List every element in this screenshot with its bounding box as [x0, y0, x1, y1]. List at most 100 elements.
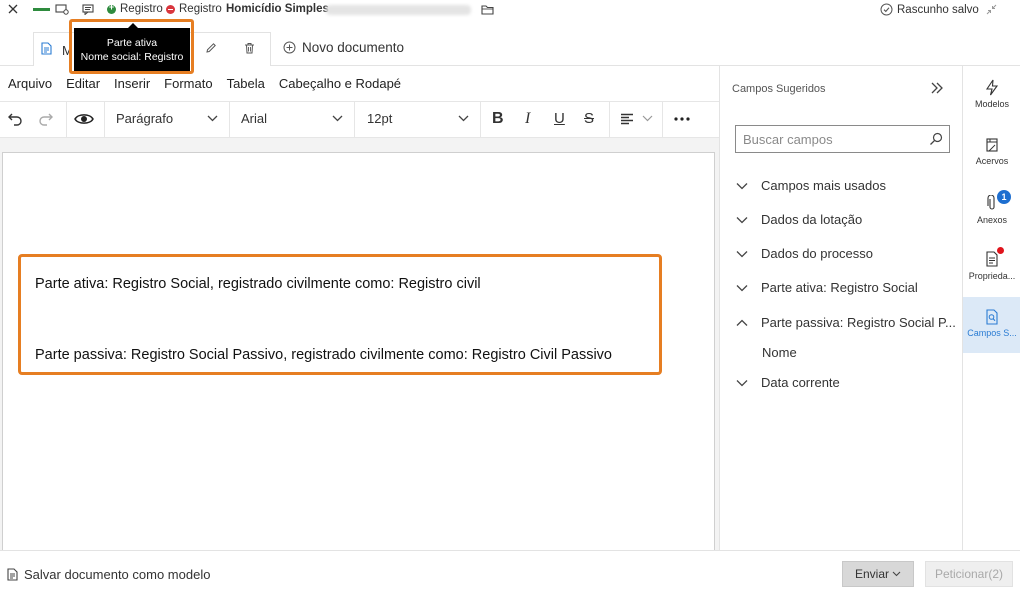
- field-group-label: Parte passiva: Registro Social P...: [761, 315, 956, 330]
- search-input[interactable]: [736, 126, 916, 152]
- rail-item-modelos[interactable]: Modelos: [963, 79, 1020, 129]
- rail-item-label: Proprieda...: [968, 271, 1016, 281]
- chevron-down-icon: [736, 182, 748, 189]
- align-left-icon[interactable]: [620, 113, 634, 125]
- side-icon-rail: Modelos Acervos 1 Anexos Proprieda... Ca…: [962, 66, 1020, 550]
- chevron-down-icon: [892, 571, 901, 577]
- comment-icon[interactable]: [82, 4, 94, 15]
- rail-item-anexos[interactable]: 1 Anexos: [963, 190, 1020, 248]
- draft-status: Rascunho salvo: [880, 3, 979, 16]
- preview-eye-icon[interactable]: [74, 112, 94, 126]
- search-icon[interactable]: [929, 132, 943, 146]
- anexos-badge: 1: [997, 190, 1011, 204]
- folder-icon[interactable]: [481, 4, 495, 15]
- menu-tabela[interactable]: Tabela: [227, 76, 265, 91]
- chevron-down-icon: [736, 216, 748, 223]
- search-fields-box: [735, 125, 950, 153]
- archive-icon: [986, 138, 998, 152]
- lightning-icon: [985, 79, 999, 96]
- menu-formato[interactable]: Formato: [164, 76, 212, 91]
- chevron-down-icon[interactable]: [642, 115, 653, 122]
- chevron-down-icon: [736, 379, 748, 386]
- paperclip-icon: [987, 195, 995, 210]
- menu-inserir[interactable]: Inserir: [114, 76, 150, 91]
- document-line-passive-party[interactable]: Parte passiva: Registro Social Passivo, …: [35, 347, 612, 363]
- rail-item-label: Anexos: [976, 215, 1008, 225]
- font-size-select[interactable]: 12pt: [367, 111, 392, 126]
- field-search-icon: [986, 309, 998, 325]
- new-document-label: Novo documento: [302, 40, 405, 55]
- field-group-parte-ativa[interactable]: Parte ativa: Registro Social: [735, 280, 918, 295]
- draft-status-label: Rascunho salvo: [897, 3, 979, 16]
- party-active-label: Registro: [120, 3, 163, 15]
- notification-dot: [997, 247, 1004, 254]
- document-icon: [7, 568, 18, 581]
- party-tooltip: Parte ativa Nome social: Registro: [74, 28, 190, 71]
- menu-arquivo[interactable]: Arquivo: [8, 76, 52, 91]
- tooltip-line-2: Nome social: Registro: [80, 51, 184, 63]
- undo-icon[interactable]: [7, 111, 23, 127]
- bold-button[interactable]: B: [492, 110, 504, 128]
- rail-item-label: Acervos: [975, 156, 1009, 166]
- close-icon[interactable]: [8, 4, 18, 14]
- field-group-lotacao[interactable]: Dados da lotação: [735, 212, 862, 227]
- strikethrough-button[interactable]: S: [584, 110, 594, 127]
- format-toolbar: Parágrafo Arial 12pt B I U S: [0, 101, 719, 138]
- field-nome[interactable]: Nome: [762, 345, 797, 360]
- block-format-select[interactable]: Parágrafo: [116, 111, 173, 126]
- field-group-parte-passiva[interactable]: Parte passiva: Registro Social P...: [735, 315, 956, 330]
- check-circle-icon: [880, 3, 893, 16]
- more-options-icon[interactable]: [674, 117, 690, 121]
- menu-editar[interactable]: Editar: [66, 76, 100, 91]
- party-passive-chip[interactable]: Registro: [166, 3, 222, 15]
- underline-button[interactable]: U: [554, 110, 565, 127]
- document-line-active-party[interactable]: Parte ativa: Registro Social, registrado…: [35, 276, 481, 292]
- case-title: Homicídio Simples: [226, 3, 329, 15]
- chevron-down-icon[interactable]: [207, 115, 218, 122]
- field-group-label: Campos mais usados: [761, 178, 886, 193]
- plus-circle-icon: [283, 41, 296, 54]
- document-properties-icon: [986, 251, 998, 267]
- font-family-select[interactable]: Arial: [241, 111, 267, 126]
- add-icon: [107, 2, 116, 14]
- rail-item-label: Modelos: [974, 99, 1010, 109]
- double-chevron-right-icon[interactable]: [930, 81, 944, 95]
- screen-link-icon[interactable]: [55, 4, 69, 15]
- party-active-chip[interactable]: Registro: [107, 2, 163, 15]
- rail-item-campos-sugeridos[interactable]: Campos S...: [963, 297, 1020, 353]
- field-group-label: Dados da lotação: [761, 212, 863, 227]
- collapse-arrows-icon[interactable]: [986, 4, 997, 15]
- save-as-model-button[interactable]: Salvar documento como modelo: [7, 567, 210, 582]
- chevron-down-icon: [736, 250, 748, 257]
- rail-item-propriedades[interactable]: Proprieda...: [963, 247, 1020, 304]
- edit-icon[interactable]: [205, 42, 217, 54]
- petition-button[interactable]: Peticionar(2): [925, 561, 1013, 587]
- trash-icon[interactable]: [244, 42, 255, 54]
- field-group-label: Data corrente: [761, 375, 840, 390]
- field-group-label: Parte ativa: Registro Social: [761, 280, 918, 295]
- chevron-up-icon: [736, 319, 748, 326]
- bottom-bar: Salvar documento como modelo Enviar Peti…: [0, 550, 1020, 595]
- rail-item-label: Campos S...: [967, 328, 1017, 338]
- party-passive-label: Registro: [179, 3, 222, 15]
- chevron-down-icon[interactable]: [458, 115, 469, 122]
- new-document-button[interactable]: Novo documento: [283, 40, 404, 55]
- panel-title: Campos Sugeridos: [732, 83, 826, 95]
- send-label: Enviar: [854, 567, 889, 581]
- field-group-processo[interactable]: Dados do processo: [735, 246, 873, 261]
- suggested-fields-panel: Campos Sugeridos Campos mais usados Dado…: [719, 66, 962, 550]
- rail-item-acervos[interactable]: Acervos: [963, 137, 1020, 187]
- redacted-text: [326, 5, 471, 15]
- field-group-data-corrente[interactable]: Data corrente: [735, 375, 840, 390]
- send-button[interactable]: Enviar: [842, 561, 914, 587]
- redo-icon[interactable]: [38, 111, 54, 127]
- menu-cabecalho-rodape[interactable]: Cabeçalho e Rodapé: [279, 76, 401, 91]
- field-group-label: Dados do processo: [761, 246, 874, 261]
- chevron-down-icon[interactable]: [332, 115, 343, 122]
- menu-bar: Arquivo Editar Inserir Formato Tabela Ca…: [0, 66, 719, 101]
- field-group-most-used[interactable]: Campos mais usados: [735, 178, 886, 193]
- remove-icon: [166, 4, 175, 14]
- progress-indicator: [33, 8, 50, 11]
- italic-button[interactable]: I: [525, 110, 530, 128]
- tooltip-line-1: Parte ativa: [106, 37, 158, 49]
